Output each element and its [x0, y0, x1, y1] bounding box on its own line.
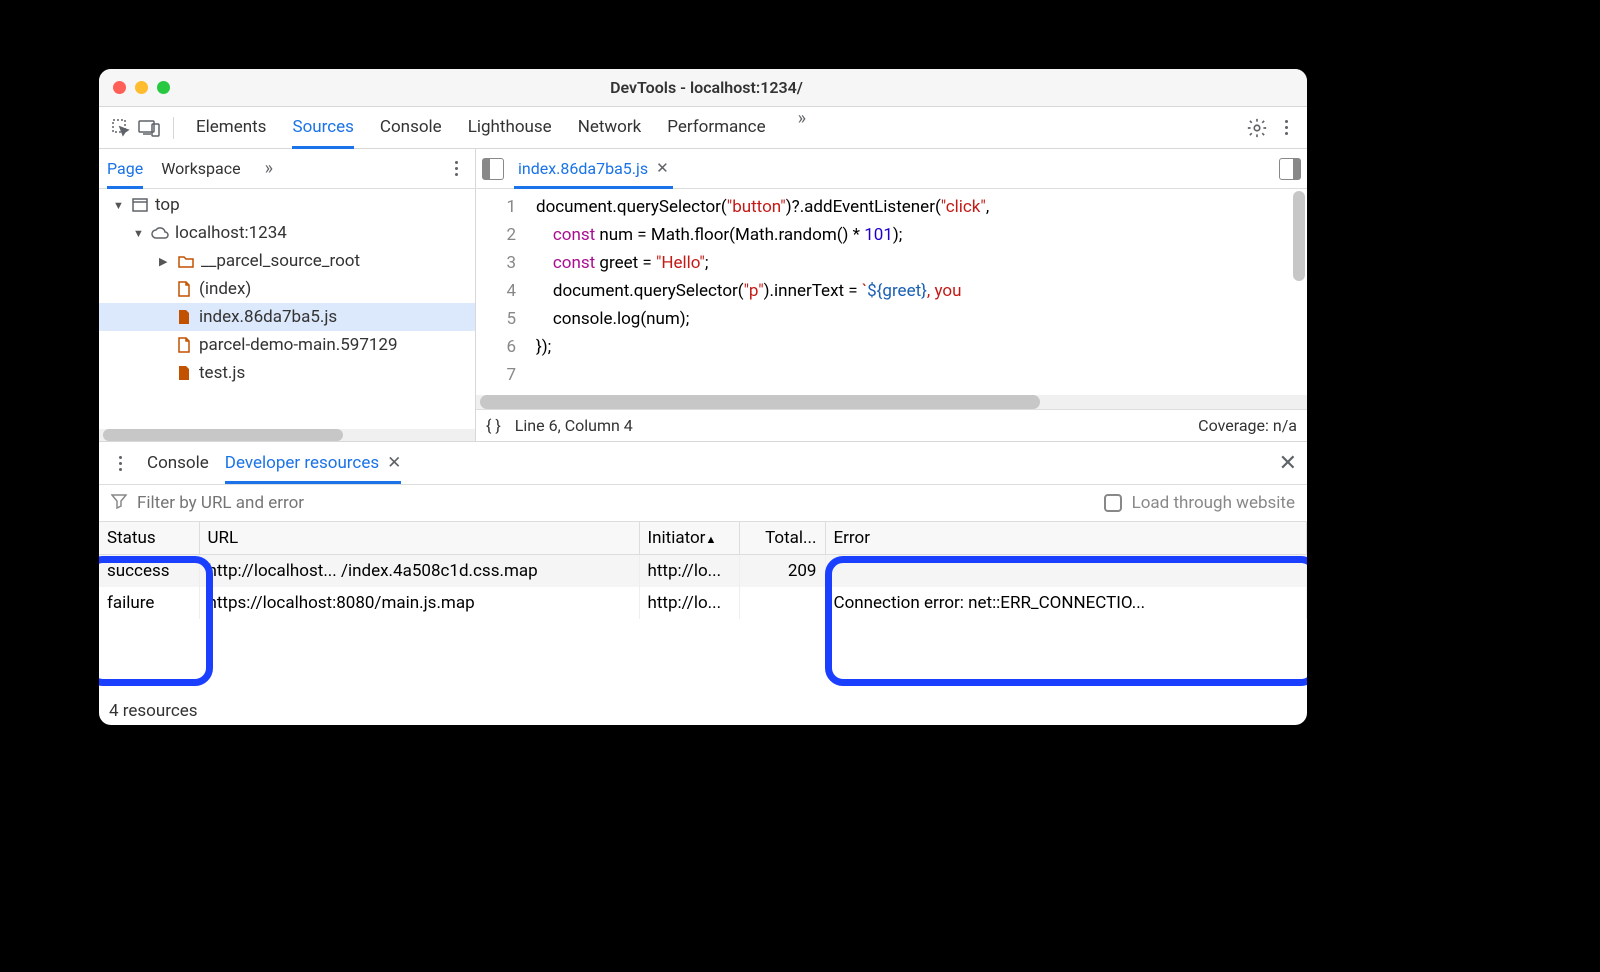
traffic-lights — [113, 81, 170, 94]
zoom-window-button[interactable] — [157, 81, 170, 94]
drawer-tab-label: Developer resources — [225, 453, 379, 473]
close-drawer-tab-icon[interactable]: ✕ — [387, 453, 401, 473]
drawer-tab-devresources[interactable]: Developer resources ✕ — [225, 445, 402, 484]
tree-file-test[interactable]: test.js — [99, 359, 475, 387]
col-url[interactable]: URL — [199, 522, 639, 555]
load-through-label: Load through website — [1132, 493, 1295, 513]
tree-origin[interactable]: ▼ localhost:1234 — [99, 219, 475, 247]
tree-top[interactable]: ▼ top — [99, 191, 475, 219]
tree-file-label: parcel-demo-main.597129 — [199, 335, 398, 355]
code-editor[interactable]: 1234567 document.querySelector("button")… — [476, 189, 1307, 395]
editor-tabs: index.86da7ba5.js ✕ — [476, 149, 1307, 189]
col-total[interactable]: Total... — [739, 522, 825, 555]
col-error[interactable]: Error — [825, 522, 1307, 555]
close-drawer-icon[interactable]: ✕ — [1279, 451, 1297, 476]
drawer: Console Developer resources ✕ ✕ Load thr… — [99, 441, 1307, 725]
tab-lighthouse[interactable]: Lighthouse — [468, 108, 552, 147]
navigator-tabs: Page Workspace » — [99, 149, 475, 189]
filter-icon — [111, 493, 127, 514]
window-icon — [131, 196, 149, 214]
code-content[interactable]: document.querySelector("button")?.addEve… — [526, 189, 1307, 395]
panel-tabs: Elements Sources Console Lighthouse Netw… — [186, 108, 1239, 147]
window-title: DevTools - localhost:1234/ — [170, 78, 1243, 97]
table-row[interactable]: failure https://localhost:8080/main.js.m… — [99, 587, 1307, 619]
minimize-window-button[interactable] — [135, 81, 148, 94]
js-file-icon — [175, 364, 193, 382]
tree-file-index[interactable]: (index) — [99, 275, 475, 303]
show-navigator-icon[interactable] — [482, 158, 504, 180]
editor-tab-active[interactable]: index.86da7ba5.js ✕ — [514, 151, 673, 189]
tree-top-label: top — [155, 195, 180, 215]
resources-table: Status URL Initiator▲ Total... Error suc… — [99, 522, 1307, 619]
tab-sources[interactable]: Sources — [292, 108, 353, 149]
line-gutter: 1234567 — [476, 189, 526, 395]
tree-folder-label: __parcel_source_root — [201, 251, 360, 271]
close-window-button[interactable] — [113, 81, 126, 94]
sources-panel: Page Workspace » ▼ top ▼ localhost:1234 — [99, 149, 1307, 441]
close-tab-icon[interactable]: ✕ — [656, 159, 669, 177]
editor-pane: index.86da7ba5.js ✕ 1234567 document.que… — [476, 149, 1307, 441]
sort-asc-icon: ▲ — [705, 533, 716, 546]
editor-vscroll[interactable] — [1293, 191, 1305, 281]
main-toolbar: Elements Sources Console Lighthouse Netw… — [99, 107, 1307, 149]
drawer-kebab-icon[interactable] — [109, 456, 131, 471]
coverage-label: Coverage: n/a — [1198, 416, 1297, 435]
editor-hscroll[interactable] — [476, 395, 1307, 409]
col-status[interactable]: Status — [99, 522, 199, 555]
editor-status-bar: { } Line 6, Column 4 Coverage: n/a — [476, 409, 1307, 441]
more-tabs-icon[interactable]: » — [792, 108, 812, 147]
titlebar: DevTools - localhost:1234/ — [99, 69, 1307, 107]
tab-performance[interactable]: Performance — [667, 108, 765, 147]
navigator-kebab-icon[interactable] — [445, 161, 467, 176]
navigator-hscroll[interactable] — [99, 429, 475, 441]
tab-console[interactable]: Console — [380, 108, 442, 147]
tree-file-label: test.js — [199, 363, 245, 383]
pretty-print-icon[interactable]: { } — [486, 416, 501, 435]
tree-folder[interactable]: ▶ __parcel_source_root — [99, 247, 475, 275]
resources-table-area: Status URL Initiator▲ Total... Error suc… — [99, 522, 1307, 697]
navigator-pane: Page Workspace » ▼ top ▼ localhost:1234 — [99, 149, 476, 441]
resources-footer: 4 resources — [99, 697, 1307, 725]
tree-file-js-selected[interactable]: index.86da7ba5.js — [99, 303, 475, 331]
kebab-menu-icon[interactable] — [1275, 120, 1297, 135]
tree-file-parcel[interactable]: parcel-demo-main.597129 — [99, 331, 475, 359]
document-icon — [175, 280, 193, 298]
navigator-tab-page[interactable]: Page — [107, 151, 143, 189]
col-initiator[interactable]: Initiator▲ — [639, 522, 739, 555]
device-toolbar-icon[interactable] — [137, 116, 161, 140]
folder-icon — [177, 252, 195, 270]
navigator-more-icon[interactable]: » — [259, 158, 279, 179]
filter-input[interactable] — [137, 493, 1094, 513]
load-through-checkbox[interactable] — [1104, 494, 1122, 512]
tab-elements[interactable]: Elements — [196, 108, 266, 147]
drawer-tabs: Console Developer resources ✕ ✕ — [99, 442, 1307, 484]
tree-file-label: (index) — [199, 279, 251, 299]
editor-tab-label: index.86da7ba5.js — [518, 159, 648, 178]
tab-network[interactable]: Network — [578, 108, 642, 147]
drawer-tab-console[interactable]: Console — [147, 445, 209, 481]
cloud-icon — [151, 224, 169, 242]
tree-file-label: index.86da7ba5.js — [199, 307, 337, 327]
filter-bar: Load through website — [99, 484, 1307, 522]
document-icon — [175, 336, 193, 354]
devtools-window: DevTools - localhost:1234/ Elements Sour… — [99, 69, 1307, 725]
settings-gear-icon[interactable] — [1243, 114, 1271, 142]
cursor-position: Line 6, Column 4 — [515, 416, 633, 435]
show-debugger-icon[interactable] — [1279, 158, 1301, 180]
js-file-icon — [175, 308, 193, 326]
file-tree: ▼ top ▼ localhost:1234 ▶ __parcel_source… — [99, 189, 475, 441]
tree-origin-label: localhost:1234 — [175, 223, 287, 243]
inspect-icon[interactable] — [109, 116, 133, 140]
navigator-tab-workspace[interactable]: Workspace — [161, 151, 240, 186]
table-row[interactable]: success http://localhost... /index.4a508… — [99, 555, 1307, 588]
